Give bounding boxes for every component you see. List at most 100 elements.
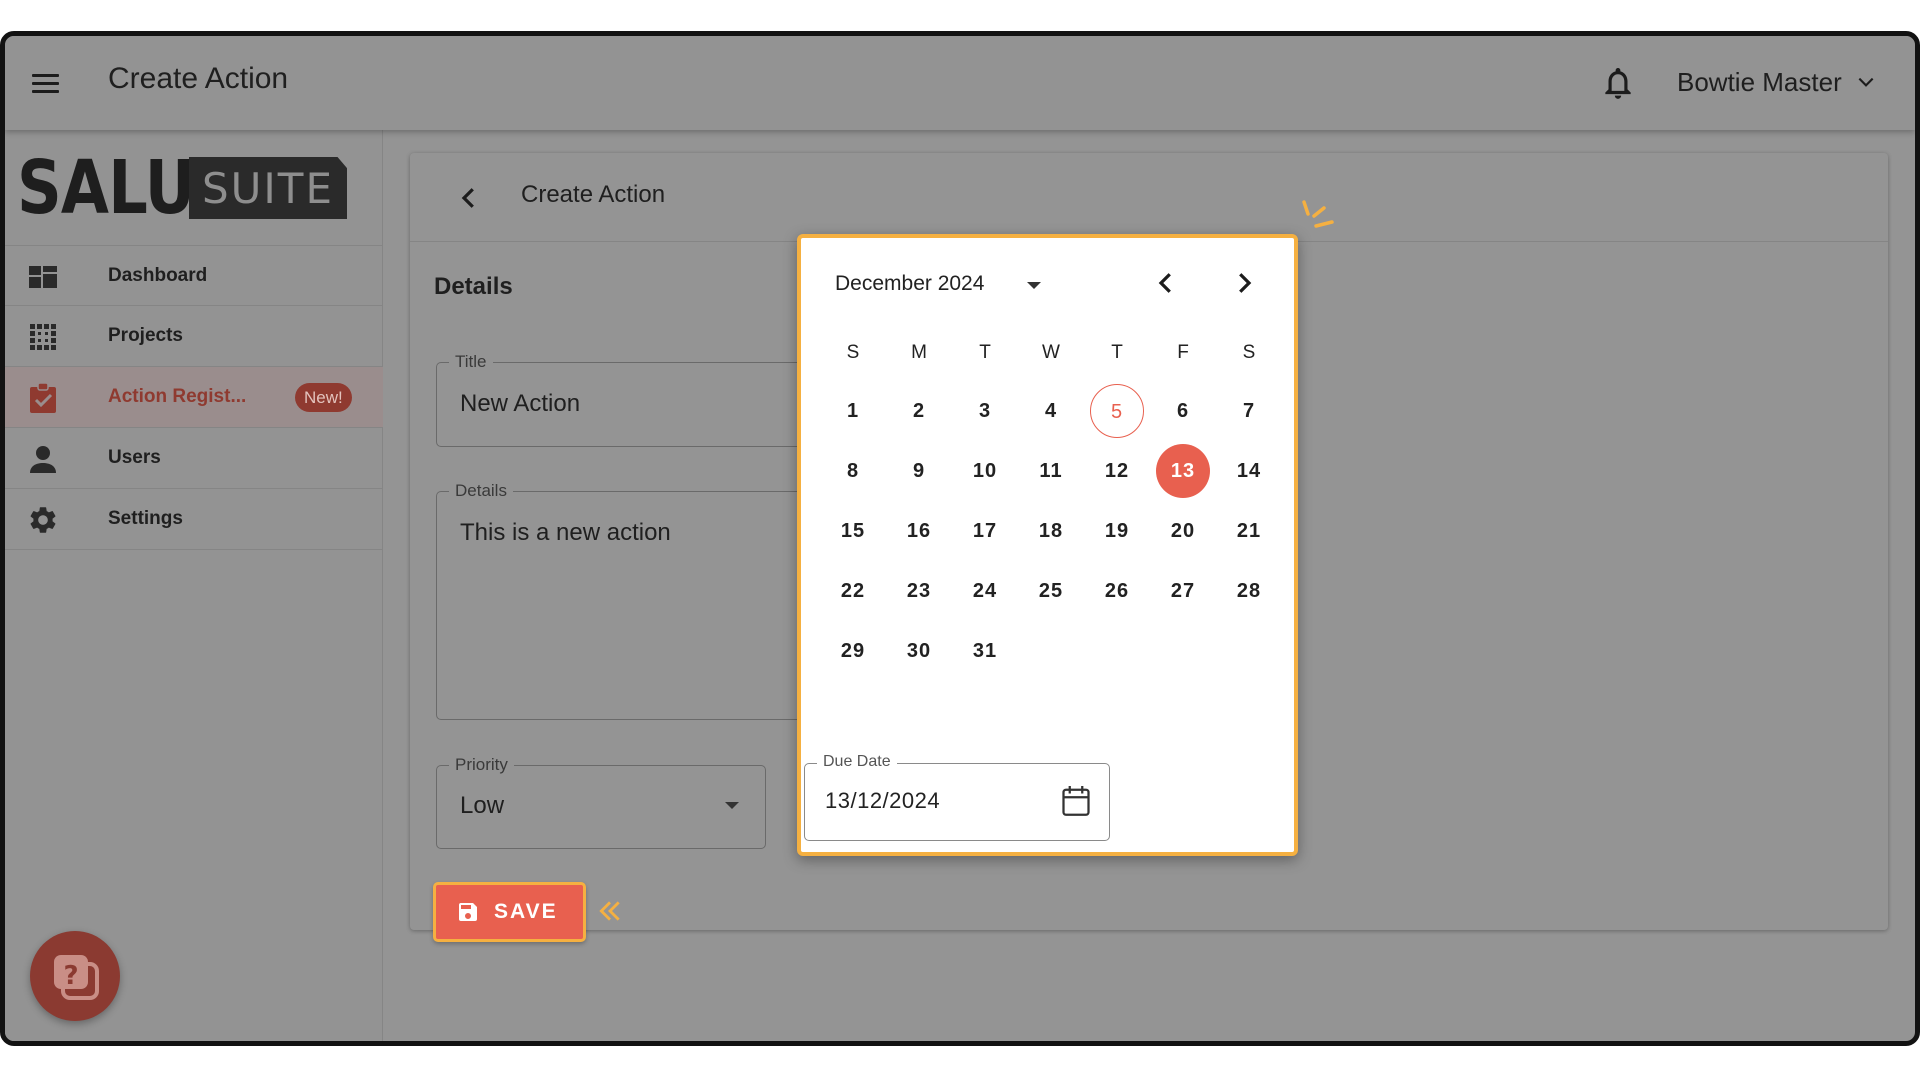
calendar-day[interactable]: 23 <box>892 564 946 618</box>
sidebar-item-action-register[interactable]: Action Regist... New! <box>5 367 383 428</box>
card-header: Create Action <box>410 153 1888 242</box>
logo-wordmark-suite: SUITE <box>202 163 334 213</box>
calendar-day[interactable]: 10 <box>958 444 1012 498</box>
calendar-day[interactable]: 13 <box>1156 444 1210 498</box>
user-menu[interactable]: Bowtie Master <box>1677 62 1876 102</box>
user-name: Bowtie Master <box>1677 66 1842 97</box>
details-field[interactable]: Details This is a new action <box>436 481 816 720</box>
help-chat-icon: ? <box>54 955 99 1000</box>
projects-grid-icon <box>30 324 56 350</box>
calendar-month-label[interactable]: December 2024 <box>835 272 984 296</box>
calendar-day[interactable]: 3 <box>958 384 1012 438</box>
due-date-label: Due Date <box>817 753 897 771</box>
calendar-day[interactable]: 25 <box>1024 564 1078 618</box>
save-button-label: SAVE <box>494 900 558 923</box>
weekday-label: S <box>846 342 860 363</box>
priority-field-value: Low <box>460 792 505 819</box>
calendar-day[interactable]: 27 <box>1156 564 1210 618</box>
weekday-label: T <box>1111 342 1123 363</box>
calendar-day[interactable]: 17 <box>958 504 1012 558</box>
calendar-day[interactable]: 18 <box>1024 504 1078 558</box>
menu-icon[interactable] <box>25 63 65 103</box>
previous-month-chevron-icon[interactable] <box>1151 268 1181 298</box>
dropdown-caret-icon <box>725 802 739 809</box>
calendar-day[interactable]: 14 <box>1222 444 1276 498</box>
clipboard-check-icon <box>30 382 56 413</box>
gear-icon <box>30 507 56 533</box>
sidebar-item-label: Action Regist... <box>108 386 247 407</box>
title-field-label: Title <box>449 352 493 372</box>
weekday-label: M <box>911 342 927 363</box>
calendar-weekday-header: S M T W T F S <box>827 342 1289 372</box>
calendar-day[interactable]: 9 <box>892 444 946 498</box>
sidebar-item-label: Settings <box>108 508 183 529</box>
weekday-label: T <box>979 342 991 363</box>
sidebar-item-projects[interactable]: Projects <box>5 306 383 367</box>
highlight-spark-icon <box>1302 200 1334 228</box>
sidebar-item-label: Projects <box>108 325 183 346</box>
section-title: Details <box>434 273 513 300</box>
calendar-day[interactable]: 12 <box>1090 444 1144 498</box>
app-window: Create Action Bowtie Master SALUS SUITE <box>0 31 1920 1046</box>
calendar-day[interactable]: 11 <box>1024 444 1078 498</box>
details-field-value: This is a new action <box>460 519 671 546</box>
salus-suite-logo: SALUS SUITE <box>17 145 347 231</box>
help-chat-button[interactable]: ? <box>30 931 120 1021</box>
calendar-day[interactable]: 6 <box>1156 384 1210 438</box>
save-button[interactable]: SAVE <box>433 882 586 942</box>
calendar-day[interactable]: 30 <box>892 624 946 678</box>
weekday-label: S <box>1242 342 1256 363</box>
back-arrow-icon[interactable] <box>454 183 484 213</box>
priority-select[interactable]: Priority Low <box>436 755 766 849</box>
notification-bell-icon[interactable] <box>1599 62 1637 104</box>
calendar-day[interactable]: 19 <box>1090 504 1144 558</box>
logo-wordmark-salus: SALUS <box>17 145 239 231</box>
weekday-label: F <box>1177 342 1189 363</box>
svg-text:?: ? <box>63 961 78 991</box>
logo-suite-box: SUITE <box>189 157 347 219</box>
sidebar-item-label: Users <box>108 447 161 468</box>
floppy-disk-icon <box>459 903 477 921</box>
calendar-day[interactable]: 28 <box>1222 564 1276 618</box>
due-date-value: 13/12/2024 <box>825 788 941 813</box>
calendar-day[interactable]: 7 <box>1222 384 1276 438</box>
top-app-bar: Create Action Bowtie Master <box>5 36 1915 130</box>
month-dropdown-caret-icon[interactable] <box>1027 282 1041 289</box>
priority-field-label: Priority <box>449 755 514 775</box>
details-field-label: Details <box>449 481 513 501</box>
calendar-day[interactable]: 5 <box>1090 384 1144 438</box>
card-title: Create Action <box>521 181 666 208</box>
calendar-icon[interactable] <box>1061 784 1091 818</box>
calendar-day[interactable]: 2 <box>892 384 946 438</box>
calendar-day[interactable]: 8 <box>826 444 880 498</box>
calendar-day-grid: 1 2 3 4 5 6 7 8 9 10 11 12 13 14 15 16 17 18 19 20 21 22 23 24 2… <box>827 384 1289 684</box>
calendar-day[interactable]: 21 <box>1222 504 1276 558</box>
app-bar-title: Create Action <box>108 62 289 95</box>
sidebar-nav: Dashboard Projects Action Regist... New!… <box>5 245 383 550</box>
user-icon <box>30 446 56 473</box>
chevron-down-icon <box>1858 77 1874 87</box>
calendar-day[interactable]: 29 <box>826 624 880 678</box>
calendar-day[interactable]: 26 <box>1090 564 1144 618</box>
calendar-day[interactable]: 4 <box>1024 384 1078 438</box>
due-date-field[interactable]: Due Date 13/12/2024 <box>804 753 1110 841</box>
calendar-day[interactable]: 31 <box>958 624 1012 678</box>
sidebar: SALUS SUITE Dashboard Projects Action Re… <box>5 130 383 1041</box>
calendar-day[interactable]: 1 <box>826 384 880 438</box>
title-field-value: New Action <box>460 390 581 417</box>
calendar-day[interactable]: 15 <box>826 504 880 558</box>
calendar-day[interactable]: 24 <box>958 564 1012 618</box>
dashboard-icon <box>29 266 57 288</box>
sidebar-item-users[interactable]: Users <box>5 428 383 489</box>
calendar-day[interactable]: 16 <box>892 504 946 558</box>
title-field[interactable]: Title New Action <box>436 352 816 447</box>
next-month-chevron-icon[interactable] <box>1229 268 1259 298</box>
sidebar-item-dashboard[interactable]: Dashboard <box>5 245 383 306</box>
weekday-label: W <box>1042 342 1060 363</box>
sidebar-item-settings[interactable]: Settings <box>5 489 383 550</box>
double-chevron-left-icon <box>599 901 620 921</box>
calendar-day[interactable]: 22 <box>826 564 880 618</box>
calendar-day[interactable]: 20 <box>1156 504 1210 558</box>
sidebar-item-label: Dashboard <box>108 264 208 286</box>
new-badge: New! <box>295 383 352 412</box>
